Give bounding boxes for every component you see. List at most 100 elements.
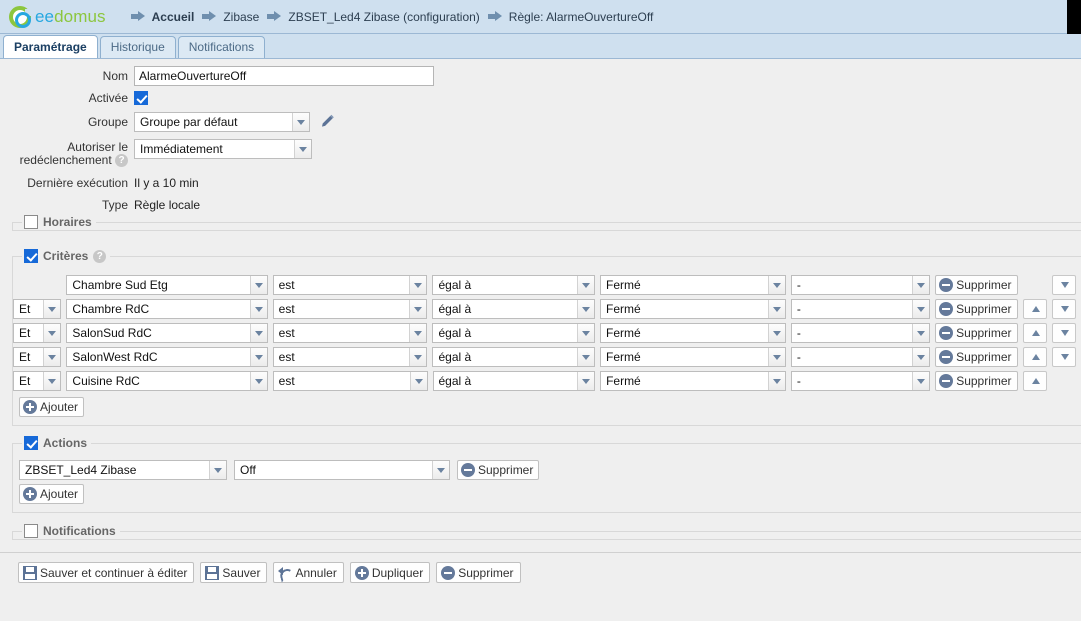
notifications-checkbox[interactable] bbox=[24, 524, 38, 539]
groupe-select[interactable]: Groupe par défaut bbox=[134, 112, 310, 132]
criteria-comparator-select[interactable]: égal à bbox=[432, 299, 596, 320]
criteria-comparator-select[interactable]: égal à bbox=[432, 347, 596, 368]
criteria-operator-select[interactable]: est bbox=[272, 347, 428, 368]
actions-checkbox[interactable] bbox=[24, 436, 38, 451]
criteria-connector-select[interactable]: Et bbox=[13, 347, 62, 368]
criteria-operator-select[interactable]: est bbox=[272, 371, 428, 392]
delete-button[interactable]: Supprimer bbox=[436, 562, 521, 584]
action-delete-button[interactable]: Supprimer bbox=[457, 460, 540, 481]
criteria-extra-select[interactable]: - bbox=[790, 323, 931, 344]
criteria-comparator-select[interactable]: égal à bbox=[432, 275, 596, 296]
save-label: Sauver bbox=[222, 565, 261, 580]
breadcrumb-label: Règle: AlarmeOuvertureOff bbox=[508, 9, 654, 24]
move-up-button[interactable] bbox=[1022, 299, 1047, 320]
breadcrumb-item-zibase[interactable]: Zibase bbox=[202, 10, 259, 24]
criteria-operator-select[interactable]: est bbox=[272, 299, 428, 320]
footer-button-bar: Sauver et continuer à éditer Sauver Annu… bbox=[0, 553, 1081, 584]
action-value-select[interactable]: Off bbox=[234, 460, 450, 481]
nom-input[interactable] bbox=[134, 66, 434, 86]
criteria-extra-select[interactable]: - bbox=[790, 275, 931, 296]
tab-notifications[interactable]: Notifications bbox=[177, 36, 266, 58]
criteria-device-select[interactable]: Chambre RdC bbox=[66, 299, 268, 320]
tab-parametrage[interactable]: Paramétrage bbox=[3, 35, 98, 58]
chevron-down-icon bbox=[767, 300, 785, 319]
move-up-button[interactable] bbox=[1022, 323, 1047, 344]
chevron-down-icon bbox=[409, 372, 427, 391]
action-device-select[interactable]: ZBSET_Led4 Zibase bbox=[19, 460, 227, 481]
criteria-delete-button[interactable]: Supprimer bbox=[935, 323, 1018, 344]
criteria-value-select[interactable]: Fermé bbox=[600, 347, 786, 368]
cancel-button[interactable]: Annuler bbox=[273, 562, 344, 584]
criteria-extra-select[interactable]: - bbox=[790, 299, 931, 320]
criteria-device-select[interactable]: Chambre Sud Etg bbox=[66, 275, 268, 296]
criteria-delete-button[interactable]: Supprimer bbox=[935, 371, 1018, 392]
breadcrumb-label: Accueil bbox=[151, 9, 195, 24]
move-down-button[interactable] bbox=[1051, 347, 1077, 368]
criteria-extra-select[interactable]: - bbox=[790, 347, 931, 368]
criteria-comparator-select[interactable]: égal à bbox=[432, 371, 596, 392]
edit-pencil-icon[interactable] bbox=[319, 114, 335, 130]
criteria-value-select[interactable]: Fermé bbox=[600, 323, 786, 344]
criteria-value-text: Fermé bbox=[606, 278, 641, 293]
criteria-add-button[interactable]: Ajouter bbox=[19, 397, 85, 418]
help-icon[interactable]: ? bbox=[93, 249, 107, 263]
criteria-extra-select[interactable]: - bbox=[790, 371, 931, 392]
criteria-value-text: Fermé bbox=[606, 302, 641, 317]
criteria-connector-select[interactable]: Et bbox=[13, 299, 62, 320]
criteria-value-text: Fermé bbox=[606, 350, 641, 365]
criteria-operator-select[interactable]: est bbox=[272, 275, 428, 296]
horaires-checkbox[interactable] bbox=[24, 215, 38, 230]
groupe-label: Groupe bbox=[87, 115, 128, 129]
criteria-comparator-select[interactable]: égal à bbox=[432, 323, 596, 344]
section-notifications: Notifications bbox=[12, 524, 1081, 541]
move-down-button[interactable] bbox=[1051, 275, 1076, 296]
criteria-extra-value: - bbox=[796, 326, 801, 341]
action-row: ZBSET_Led4 Zibase Off Supprimer bbox=[19, 460, 1081, 481]
notifications-legend-label: Notifications bbox=[43, 524, 116, 539]
tab-historique[interactable]: Historique bbox=[99, 36, 176, 58]
breadcrumb: Accueil Zibase ZBSET_Led4 Zibase (config… bbox=[130, 9, 654, 24]
nom-label: Nom bbox=[102, 69, 128, 83]
criteria-value-select[interactable]: Fermé bbox=[600, 299, 786, 320]
criteres-checkbox[interactable] bbox=[24, 249, 38, 264]
criteria-connector-select[interactable]: Et bbox=[13, 371, 62, 392]
move-up-button[interactable] bbox=[1022, 347, 1047, 368]
criteria-value-select[interactable]: Fermé bbox=[600, 275, 786, 296]
cancel-label: Annuler bbox=[295, 565, 337, 580]
breadcrumb-item-device[interactable]: ZBSET_Led4 Zibase (configuration) bbox=[267, 10, 480, 24]
chevron-down-icon bbox=[577, 324, 595, 343]
eedomus-logo[interactable]: eedomus bbox=[9, 5, 106, 28]
criteria-delete-button[interactable]: Supprimer bbox=[935, 299, 1018, 320]
criteria-device-select[interactable]: SalonWest RdC bbox=[66, 347, 268, 368]
criteria-row: Et SalonWest RdC est égal à Fermé - Supp… bbox=[13, 345, 1081, 369]
action-add-button[interactable]: Ajouter bbox=[19, 484, 85, 505]
criteria-device-select[interactable]: SalonSud RdC bbox=[66, 323, 268, 344]
activee-label: Activée bbox=[88, 91, 128, 105]
logo-text-domus: domus bbox=[54, 6, 106, 26]
chevron-down-icon bbox=[912, 276, 930, 295]
breadcrumb-item-accueil[interactable]: Accueil bbox=[130, 9, 195, 24]
retrigger-select[interactable]: Immédiatement bbox=[134, 139, 312, 159]
criteria-connector-select[interactable]: Et bbox=[13, 323, 62, 344]
field-row-retrigger: Autoriser le redéclenchement ? Immédiate… bbox=[0, 139, 1081, 168]
criteria-value-select[interactable]: Fermé bbox=[600, 371, 786, 392]
criteria-delete-button[interactable]: Supprimer bbox=[935, 275, 1018, 296]
action-value-text: Off bbox=[240, 463, 256, 478]
criteria-device-select[interactable]: Cuisine RdC bbox=[66, 371, 268, 392]
save-button[interactable]: Sauver bbox=[200, 562, 268, 584]
help-icon[interactable]: ? bbox=[115, 154, 128, 168]
move-down-button[interactable] bbox=[1051, 323, 1077, 344]
duplicate-button[interactable]: Dupliquer bbox=[349, 562, 431, 584]
duplicate-label: Dupliquer bbox=[371, 565, 424, 580]
criteria-delete-button[interactable]: Supprimer bbox=[935, 347, 1018, 368]
groupe-select-value: Groupe par défaut bbox=[140, 115, 238, 129]
chevron-down-icon bbox=[577, 372, 595, 391]
chevron-down-icon bbox=[249, 276, 267, 295]
save-and-continue-button[interactable]: Sauver et continuer à éditer bbox=[18, 562, 195, 584]
activee-checkbox[interactable] bbox=[134, 91, 148, 105]
move-down-button[interactable] bbox=[1051, 299, 1077, 320]
delete-label: Supprimer bbox=[458, 565, 514, 580]
section-horaires-legend: Horaires bbox=[22, 215, 96, 230]
criteria-operator-select[interactable]: est bbox=[272, 323, 428, 344]
move-up-button[interactable] bbox=[1022, 371, 1047, 392]
